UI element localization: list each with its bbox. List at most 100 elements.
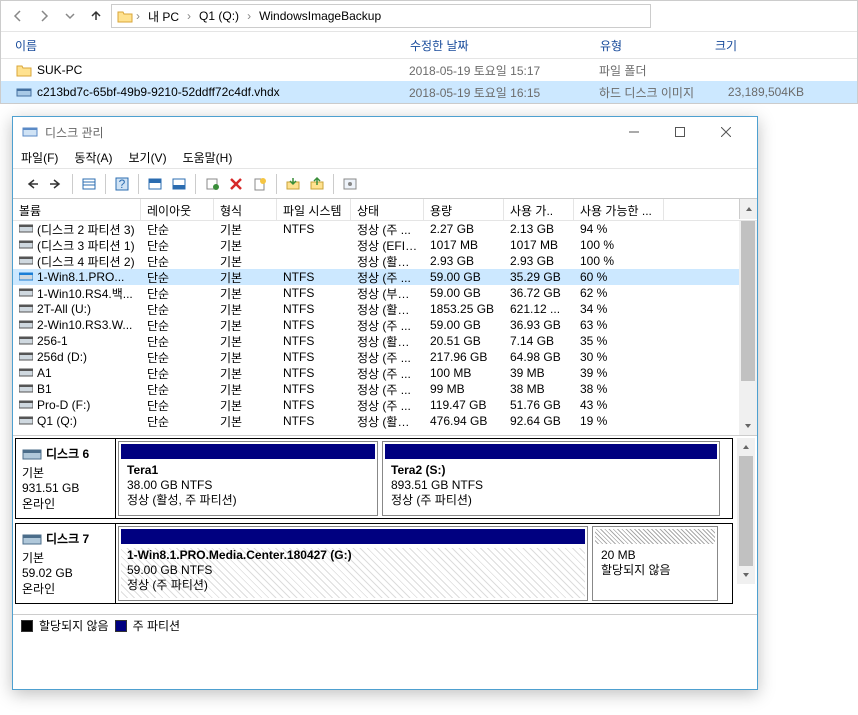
legend-primary: 주 파티션 <box>133 617 181 634</box>
crumb-3[interactable]: WindowsImageBackup <box>253 9 387 23</box>
volume-percent: 43 % <box>574 398 664 412</box>
properties-button[interactable] <box>201 173 223 195</box>
volume-icon <box>19 415 33 427</box>
volume-row[interactable]: 1-Win8.1.PRO...단순기본NTFS정상 (주 ...59.00 GB… <box>13 269 757 285</box>
volume-row[interactable]: 256d (D:)단순기본NTFS정상 (주 ...217.96 GB64.98… <box>13 349 757 365</box>
volume-percent: 100 % <box>574 238 664 252</box>
volume-percent: 34 % <box>574 302 664 316</box>
th-type[interactable]: 형식 <box>214 199 277 220</box>
partition[interactable]: 20 MB할당되지 않음 <box>592 526 718 601</box>
volume-capacity: 2.93 GB <box>424 254 504 268</box>
volume-layout: 단순 <box>141 333 214 350</box>
nav-forward-icon[interactable] <box>33 5 55 27</box>
volume-percent: 60 % <box>574 270 664 284</box>
volume-icon <box>19 255 33 267</box>
th-capacity[interactable]: 용량 <box>424 199 504 220</box>
volume-row[interactable]: Pro-D (F:)단순기본NTFS정상 (주 ...119.47 GB51.7… <box>13 397 757 413</box>
volume-name: (디스크 3 파티션 1) <box>37 237 135 254</box>
help-button[interactable]: ? <box>111 173 133 195</box>
partition[interactable]: 1-Win8.1.PRO.Media.Center.180427 (G:)59.… <box>118 526 588 601</box>
volume-row[interactable]: 2-Win10.RS3.W...단순기본NTFS정상 (주 ...59.00 G… <box>13 317 757 333</box>
scroll-down-icon[interactable] <box>739 417 757 435</box>
volume-icon <box>19 239 33 251</box>
delete-button[interactable] <box>225 173 247 195</box>
nav-back-icon[interactable] <box>7 5 29 27</box>
file-type: 파일 폴더 <box>599 62 714 79</box>
th-filesystem[interactable]: 파일 시스템 <box>277 199 351 220</box>
vertical-scrollbar[interactable] <box>739 221 757 435</box>
col-type[interactable]: 유형 <box>600 37 715 54</box>
new-button[interactable] <box>249 173 271 195</box>
breadcrumb[interactable]: › 내 PC › Q1 (Q:) › WindowsImageBackup <box>111 4 651 28</box>
crumb-1[interactable]: 내 PC <box>142 8 185 25</box>
th-percent[interactable]: 사용 가능한 ... <box>574 199 664 220</box>
volume-row[interactable]: 256-1단순기본NTFS정상 (활성...20.51 GB7.14 GB35 … <box>13 333 757 349</box>
volume-row[interactable]: B1단순기본NTFS정상 (주 ...99 MB38 MB38 % <box>13 381 757 397</box>
volume-status: 정상 (부팅... <box>351 285 424 302</box>
volume-capacity: 119.47 GB <box>424 398 504 412</box>
menu-view[interactable]: 보기(V) <box>128 149 166 166</box>
view-list-button[interactable] <box>78 173 100 195</box>
disk-type: 기본 <box>22 464 109 481</box>
th-volume[interactable]: 볼륨 <box>13 199 141 220</box>
disk-size: 931.51 GB <box>22 481 109 495</box>
volume-free: 92.64 GB <box>504 414 574 428</box>
volume-row[interactable]: 2T-All (U:)단순기본NTFS정상 (활성...1853.25 GB62… <box>13 301 757 317</box>
volume-percent: 63 % <box>574 318 664 332</box>
detach-vhd-button[interactable] <box>306 173 328 195</box>
scroll-up-icon[interactable] <box>737 438 755 456</box>
volume-row[interactable]: (디스크 4 파티션 2)단순기본정상 (활성...2.93 GB2.93 GB… <box>13 253 757 269</box>
volume-layout: 단순 <box>141 365 214 382</box>
disk-icon: 디스크 7 <box>22 530 109 547</box>
volume-percent: 100 % <box>574 254 664 268</box>
menu-help[interactable]: 도움말(H) <box>183 149 233 166</box>
partition[interactable]: Tera2 (S:)893.51 GB NTFS정상 (주 파티션) <box>382 441 720 516</box>
action-button[interactable] <box>339 173 361 195</box>
volume-percent: 30 % <box>574 350 664 364</box>
volume-status: 정상 (주 ... <box>351 381 424 398</box>
col-date[interactable]: 수정한 날짜 <box>410 37 600 54</box>
close-button[interactable] <box>703 117 749 147</box>
scroll-up-icon[interactable] <box>739 199 757 219</box>
diagram-scrollbar[interactable] <box>737 438 755 584</box>
file-row[interactable]: c213bd7c-65bf-49b9-9210-52ddff72c4df.vhd… <box>1 81 857 103</box>
volume-row[interactable]: Q1 (Q:)단순기본NTFS정상 (활성...476.94 GB92.64 G… <box>13 413 757 429</box>
volume-row[interactable]: (디스크 3 파티션 1)단순기본정상 (EFI ...1017 MB1017 … <box>13 237 757 253</box>
th-layout[interactable]: 레이아웃 <box>141 199 214 220</box>
legend-swatch-primary <box>115 620 127 632</box>
partition[interactable]: Tera138.00 GB NTFS정상 (활성, 주 파티션) <box>118 441 378 516</box>
view-top-button[interactable] <box>144 173 166 195</box>
volume-name: 1-Win10.RS4.백... <box>37 285 133 302</box>
volume-status: 정상 (주 ... <box>351 349 424 366</box>
volume-free: 621.12 ... <box>504 302 574 316</box>
volume-row[interactable]: (디스크 2 파티션 3)단순기본NTFS정상 (주 ...2.27 GB2.1… <box>13 221 757 237</box>
nav-recent-icon[interactable] <box>59 5 81 27</box>
maximize-button[interactable] <box>657 117 703 147</box>
menu-file[interactable]: 파일(F) <box>21 149 58 166</box>
volume-row[interactable]: 1-Win10.RS4.백...단순기본NTFS정상 (부팅...59.00 G… <box>13 285 757 301</box>
disk-row: 디스크 7기본59.02 GB온라인1-Win8.1.PRO.Media.Cen… <box>15 523 733 604</box>
th-free[interactable]: 사용 가.. <box>504 199 574 220</box>
scrollbar-thumb[interactable] <box>741 221 755 381</box>
volume-fs: NTFS <box>277 366 351 380</box>
title-bar[interactable]: 디스크 관리 <box>13 117 757 147</box>
scroll-down-icon[interactable] <box>737 566 755 584</box>
menu-action[interactable]: 동작(A) <box>74 149 112 166</box>
volume-table: 볼륨 레이아웃 형식 파일 시스템 상태 용량 사용 가.. 사용 가능한 ..… <box>13 199 757 436</box>
attach-vhd-button[interactable] <box>282 173 304 195</box>
minimize-button[interactable] <box>611 117 657 147</box>
col-size[interactable]: 크기 <box>715 37 795 54</box>
th-status[interactable]: 상태 <box>351 199 424 220</box>
nav-back-button[interactable] <box>21 173 43 195</box>
volume-icon <box>19 287 33 299</box>
explorer-column-header: 이름 수정한 날짜 유형 크기 <box>1 31 857 59</box>
volume-row[interactable]: A1단순기본NTFS정상 (주 ...100 MB39 MB39 % <box>13 365 757 381</box>
view-bottom-button[interactable] <box>168 173 190 195</box>
scrollbar-thumb[interactable] <box>739 456 753 566</box>
file-row[interactable]: SUK-PC2018-05-19 토요일 15:17파일 폴더 <box>1 59 857 81</box>
nav-forward-button[interactable] <box>45 173 67 195</box>
crumb-2[interactable]: Q1 (Q:) <box>193 9 245 23</box>
volume-layout: 단순 <box>141 221 214 238</box>
nav-up-icon[interactable] <box>85 5 107 27</box>
col-name[interactable]: 이름 <box>15 37 410 54</box>
